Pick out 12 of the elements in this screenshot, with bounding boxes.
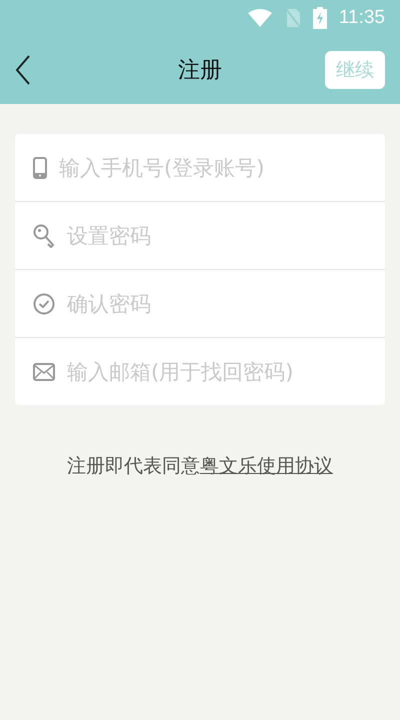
wifi-icon — [246, 8, 273, 28]
battery-charging-icon — [312, 7, 327, 29]
agreement-link[interactable]: 粤文乐使用协议 — [200, 455, 333, 477]
status-time: 11:35 — [338, 7, 385, 29]
page-title: 注册 — [178, 57, 222, 85]
agreement-text: 注册即代表同意 — [67, 455, 200, 477]
back-icon[interactable] — [15, 55, 31, 85]
key-icon — [33, 224, 55, 248]
no-sim-icon — [284, 8, 301, 28]
phone-icon — [33, 156, 47, 178]
check-circle-icon — [33, 292, 55, 314]
mail-icon — [33, 362, 55, 380]
